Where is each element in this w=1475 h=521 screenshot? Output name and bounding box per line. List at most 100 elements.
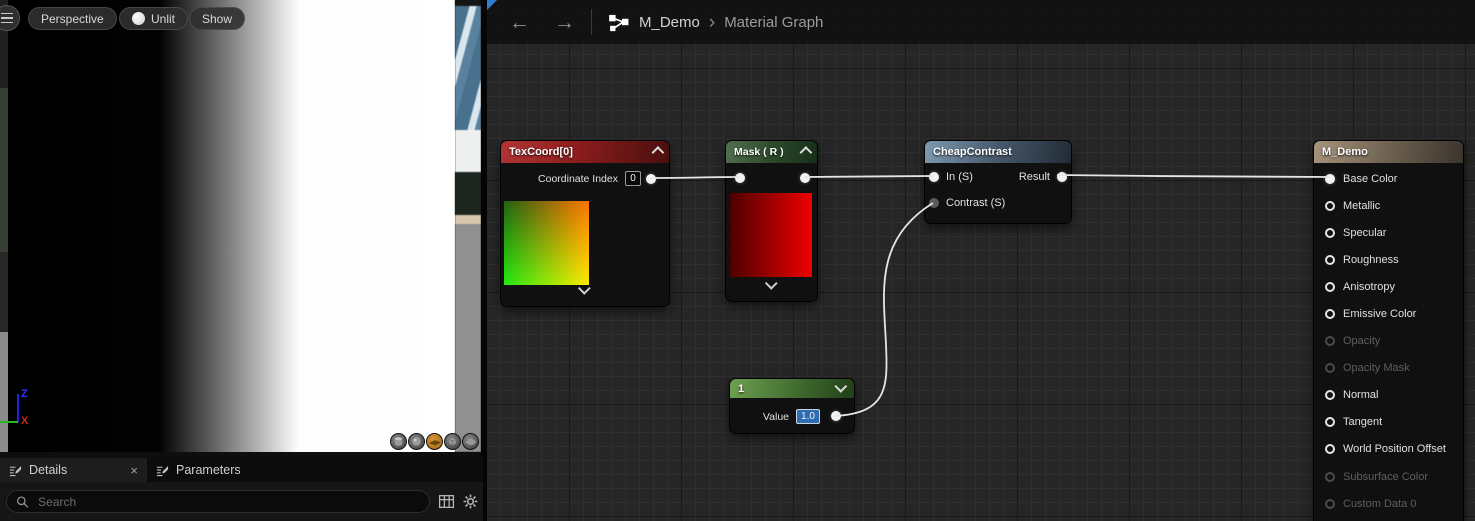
axis-gizmo: Z X <box>0 388 60 433</box>
contrast-in-pin[interactable] <box>929 172 939 182</box>
pin-icon[interactable] <box>1325 174 1335 184</box>
pin-icon[interactable] <box>1325 201 1335 211</box>
view-mode-button[interactable]: Unlit <box>119 7 188 30</box>
material-graph-panel[interactable]: ← → M_Demo › Material Graph TexCoord[0] <box>487 0 1475 521</box>
node-material-title: M_Demo <box>1322 146 1368 158</box>
material-pin-subsurface-color[interactable]: Subsurface Color <box>1314 463 1463 490</box>
pin-icon[interactable] <box>1325 309 1335 319</box>
pin-icon[interactable] <box>1325 390 1335 400</box>
contrast-result-pin[interactable] <box>1057 172 1067 182</box>
pin-label: Specular <box>1343 227 1386 239</box>
node-material-output[interactable]: M_Demo Base ColorMetallic Specular Roughne… <box>1313 140 1464 521</box>
preview-sphere-button[interactable] <box>408 433 425 450</box>
tab-details[interactable]: Details × <box>0 458 147 482</box>
pin-label: Normal <box>1343 389 1378 401</box>
mask-input-pin[interactable] <box>735 173 745 183</box>
wire-mask-to-contrast-in <box>804 176 933 177</box>
breadcrumb-page: Material Graph <box>724 14 823 31</box>
search-input-container[interactable] <box>6 490 430 513</box>
collapse-chevron-icon[interactable] <box>800 146 813 159</box>
tab-parameters[interactable]: Parameters <box>147 458 250 482</box>
node-texcoord-header[interactable]: TexCoord[0] <box>501 141 669 163</box>
pin-icon[interactable] <box>1325 472 1335 482</box>
preview-cube-button[interactable] <box>444 433 461 450</box>
contrast-contrast-pin[interactable] <box>929 198 939 208</box>
pin-icon[interactable] <box>1325 282 1335 292</box>
pin-icon[interactable] <box>1325 499 1335 509</box>
constant-output-pin[interactable] <box>831 411 841 421</box>
material-pin-tangent[interactable]: Tangent <box>1314 409 1463 436</box>
texcoord-uv-preview <box>504 201 589 285</box>
breadcrumb-asset[interactable]: M_Demo <box>639 14 700 31</box>
material-pin-world-position-offset[interactable]: World Position Offset <box>1314 436 1463 463</box>
coordinate-index-label: Coordinate Index <box>538 173 618 185</box>
material-pin-specular[interactable]: Specular <box>1314 219 1463 246</box>
details-panel: Details × Parameters <box>0 458 483 521</box>
preview-collapse-chevron-icon[interactable] <box>767 277 776 295</box>
plane-icon <box>429 436 441 448</box>
search-input[interactable] <box>36 494 420 510</box>
pin-label: Opacity <box>1343 335 1380 347</box>
material-pin-roughness[interactable]: Roughness <box>1314 246 1463 273</box>
material-pin-opacity-mask[interactable]: Opacity Mask <box>1314 355 1463 382</box>
graph-toolbar: ← → M_Demo › Material Graph <box>487 0 1475 44</box>
material-pin-opacity[interactable]: Opacity <box>1314 328 1463 355</box>
perspective-button[interactable]: Perspective <box>28 7 117 30</box>
node-constant[interactable]: 1 Value 1.0 <box>729 378 855 434</box>
coordinate-index-field[interactable]: 0 <box>625 171 641 186</box>
pin-icon[interactable] <box>1325 444 1335 454</box>
mask-red-preview <box>730 193 812 277</box>
preview-plane-button[interactable] <box>426 433 443 450</box>
node-constant-header[interactable]: 1 <box>730 379 854 398</box>
pin-icon[interactable] <box>1325 336 1335 346</box>
forward-arrow-icon[interactable]: → <box>554 12 575 33</box>
hamburger-icon <box>1 13 13 15</box>
pin-label: Tangent <box>1343 416 1382 428</box>
preview-shape-buttons <box>390 433 479 450</box>
expand-chevron-icon[interactable] <box>834 380 847 393</box>
teapot-icon <box>465 436 477 448</box>
parameters-tab-icon <box>156 464 169 477</box>
show-button[interactable]: Show <box>189 7 245 30</box>
material-preview-viewport[interactable]: Perspective Unlit Show Z X <box>0 0 481 458</box>
sphere-icon <box>411 436 422 447</box>
show-label: Show <box>202 12 232 26</box>
display-grid-icon[interactable] <box>438 493 455 510</box>
node-material-header[interactable]: M_Demo <box>1314 141 1463 163</box>
settings-gear-icon[interactable] <box>462 493 479 510</box>
preview-teapot-button[interactable] <box>462 433 479 450</box>
unreal-material-editor: Perspective Unlit Show Z X <box>0 0 1475 521</box>
node-cheap-contrast[interactable]: CheapContrast In (S) Result Contrast (S) <box>924 140 1072 224</box>
material-pin-emissive-color[interactable]: Emissive Color <box>1314 300 1463 327</box>
material-pin-base-color[interactable]: Base Color <box>1314 165 1463 192</box>
view-mode-icon <box>132 12 145 25</box>
viewport-menu-button[interactable] <box>0 5 20 31</box>
node-mask[interactable]: Mask ( R ) <box>725 140 818 302</box>
collapse-chevron-icon[interactable] <box>652 146 665 159</box>
texcoord-output-pin[interactable] <box>646 174 656 184</box>
node-mask-header[interactable]: Mask ( R ) <box>726 141 817 163</box>
material-pin-normal[interactable]: Normal <box>1314 382 1463 409</box>
mask-output-pin[interactable] <box>800 173 810 183</box>
back-arrow-icon[interactable]: ← <box>509 12 530 33</box>
material-pin-anisotropy[interactable]: Anisotropy <box>1314 273 1463 300</box>
material-pin-metallic[interactable]: Metallic <box>1314 192 1463 219</box>
pin-icon[interactable] <box>1325 255 1335 265</box>
constant-value-field[interactable]: 1.0 <box>796 409 820 424</box>
pin-label: Anisotropy <box>1343 281 1395 293</box>
node-cheap-contrast-header[interactable]: CheapContrast <box>925 141 1071 163</box>
pin-label: Custom Data 0 <box>1343 498 1416 510</box>
pin-icon[interactable] <box>1325 363 1335 373</box>
pin-icon[interactable] <box>1325 417 1335 427</box>
axis-x-label: X <box>21 415 28 427</box>
preview-cylinder-button[interactable] <box>390 433 407 450</box>
breadcrumb-chevron-icon: › <box>709 13 715 32</box>
pin-icon[interactable] <box>1325 228 1335 238</box>
contrast-in-row: In (S) <box>929 171 973 183</box>
node-texcoord[interactable]: TexCoord[0] Coordinate Index 0 <box>500 140 670 307</box>
contrast-result-row: Result <box>1019 171 1067 183</box>
tab-close-icon[interactable]: × <box>130 464 138 477</box>
material-pin-custom-data-0[interactable]: Custom Data 0 <box>1314 490 1463 517</box>
axis-z-label: Z <box>21 388 28 400</box>
preview-collapse-chevron-icon[interactable] <box>581 282 590 300</box>
